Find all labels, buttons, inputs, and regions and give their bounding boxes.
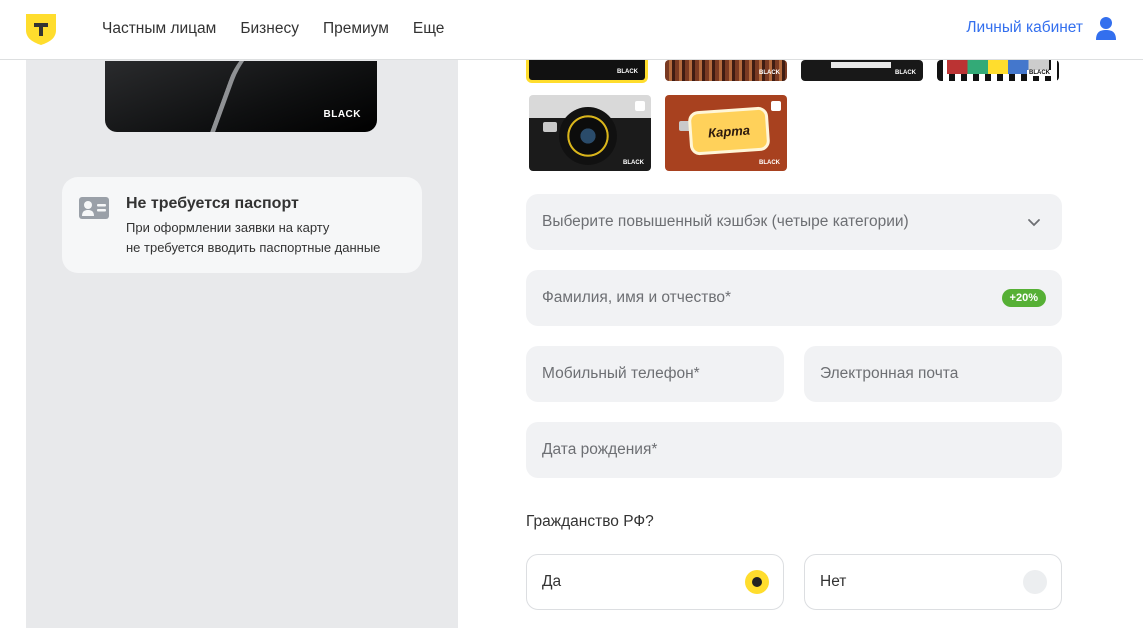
main-nav: Частным лицам Бизнесу Премиум Еще (102, 20, 444, 38)
nav-item-more[interactable]: Еще (413, 20, 445, 38)
nav-item-individuals[interactable]: Частным лицам (102, 20, 216, 38)
birth-date-placeholder: Дата рождения* (542, 441, 658, 458)
citizenship-no-label: Нет (820, 573, 847, 590)
passport-desc-line1: При оформлении заявки на карту (126, 220, 330, 235)
full-name-placeholder: Фамилия, имя и отчество* (542, 289, 732, 306)
camera-lens-image (559, 107, 617, 165)
radio-unselected-icon[interactable] (1023, 570, 1047, 594)
card-design-retro[interactable]: Карта BLACK (665, 95, 787, 171)
card-design-brand: BLACK (617, 69, 638, 75)
card-design-ornament[interactable]: BLACK (665, 60, 787, 81)
t-logo-icon (771, 101, 781, 111)
full-name-field[interactable]: Фамилия, имя и отчество* +20% (526, 270, 1062, 326)
citizenship-label: Гражданство РФ? (526, 513, 654, 530)
cashback-select[interactable]: Выберите повышенный кэшбэк (четыре катег… (526, 194, 1062, 250)
card-design-dark[interactable]: BLACK (801, 60, 923, 81)
birth-date-field[interactable]: Дата рождения* (526, 422, 1062, 478)
cashback-placeholder: Выберите повышенный кэшбэк (четыре катег… (542, 213, 909, 230)
citizenship-yes-label: Да (542, 573, 562, 590)
card-design-camera[interactable]: BLACK (529, 95, 651, 171)
t-logo-icon (635, 101, 645, 111)
card-design-brand: BLACK (759, 160, 780, 166)
account-label[interactable]: Личный кабинет (966, 19, 1083, 37)
phone-field[interactable]: Мобильный телефон* (526, 346, 784, 402)
card-design-stripe (831, 62, 891, 68)
retro-card-label: Карта (687, 106, 771, 156)
card-preview: BLACK (105, 61, 377, 132)
citizenship-yes-option[interactable]: Да (526, 554, 784, 610)
passport-description: При оформлении заявки на карту не требуе… (126, 218, 380, 258)
passport-desc-line2: не требуется вводить паспортные данные (126, 240, 381, 255)
phone-placeholder: Мобильный телефон* (542, 365, 700, 382)
card-design-brand: BLACK (895, 70, 916, 76)
header: Частным лицам Бизнесу Премиум Еще Личный… (0, 0, 1143, 60)
bonus-badge: +20% (1001, 289, 1046, 307)
nav-item-business[interactable]: Бизнесу (240, 20, 299, 38)
email-field[interactable]: Электронная почта (804, 346, 1062, 402)
t-logo-icon[interactable] (26, 14, 56, 45)
card-chip-icon (543, 122, 557, 132)
radio-selected-icon[interactable] (745, 570, 769, 594)
chevron-down-icon (1028, 219, 1040, 227)
card-design-checkered[interactable]: BLACK (937, 60, 1059, 81)
passport-title: Не требуется паспорт (126, 195, 299, 212)
card-swoosh (199, 61, 377, 132)
email-placeholder: Электронная почта (820, 365, 959, 382)
card-brand-label: BLACK (323, 109, 361, 120)
nav-item-premium[interactable]: Премиум (323, 20, 389, 38)
id-card-icon (79, 197, 109, 219)
citizenship-no-option[interactable]: Нет (804, 554, 1062, 610)
card-design-brand: BLACK (759, 70, 780, 76)
account-link[interactable]: Личный кабинет (966, 16, 1117, 40)
card-preview-panel (26, 60, 458, 628)
card-design-brand: BLACK (1027, 70, 1052, 76)
user-icon[interactable] (1095, 16, 1117, 40)
card-design-black-selected[interactable]: BLACK (526, 60, 648, 83)
no-passport-info: Не требуется паспорт При оформлении заяв… (62, 177, 422, 273)
card-design-brand: BLACK (623, 160, 644, 166)
